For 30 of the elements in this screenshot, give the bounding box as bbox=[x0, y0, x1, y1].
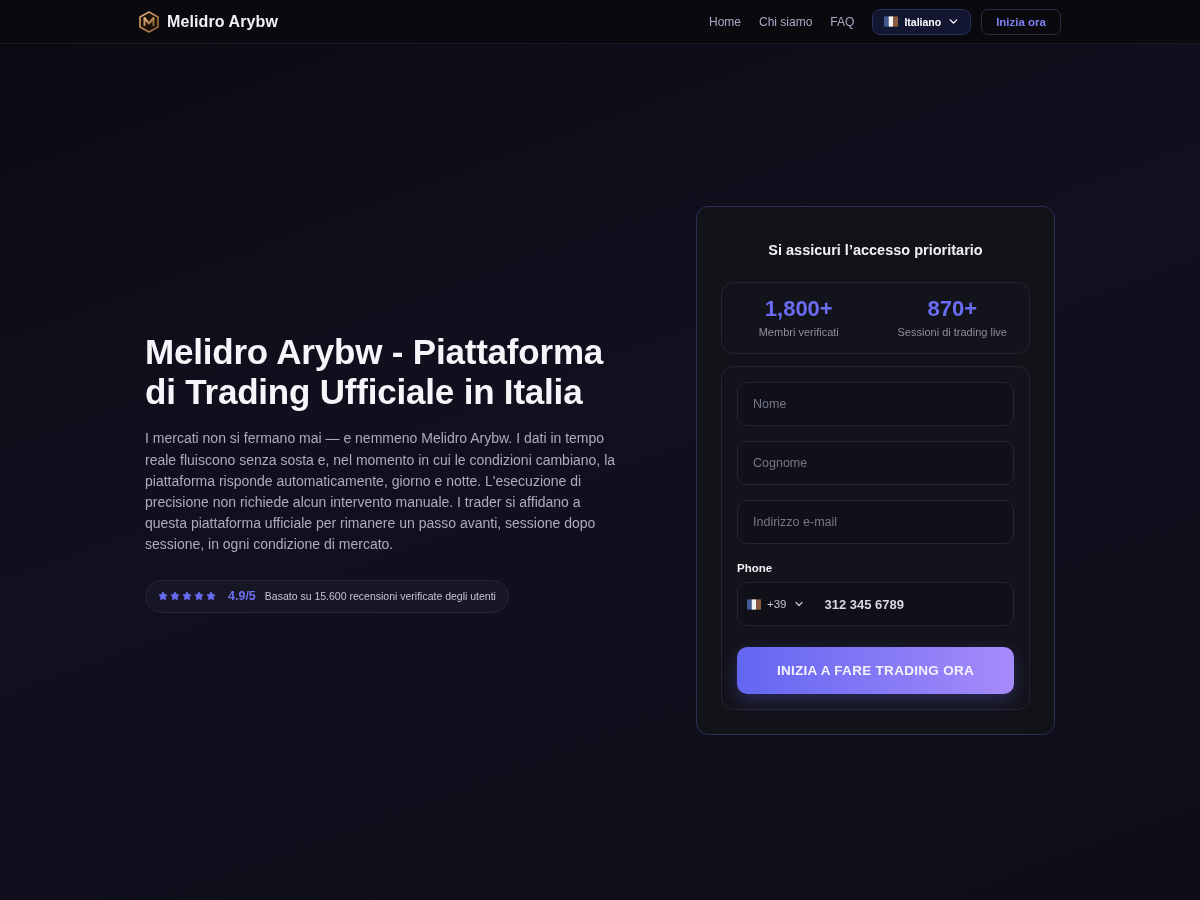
start-now-button[interactable]: Inizia ora bbox=[981, 8, 1061, 35]
star-icon bbox=[170, 591, 180, 602]
stat-value: 870+ bbox=[927, 297, 978, 321]
language-select[interactable]: Italiano bbox=[872, 8, 972, 35]
rating-text: Basato su 15.600 recensioni verificate degli utenti bbox=[264, 590, 496, 603]
text-input[interactable]: Indirizzo e-mail bbox=[737, 500, 1014, 544]
stat-value: 1,800+ bbox=[764, 297, 833, 321]
phone-label: Phone bbox=[737, 562, 773, 574]
brand-link[interactable]: Melidro Arybw bbox=[139, 10, 278, 33]
nav-link[interactable]: Chi siamo bbox=[759, 14, 813, 29]
nav-link[interactable]: Home bbox=[709, 14, 741, 29]
phone-input[interactable]: 312 345 6789 bbox=[824, 589, 1013, 619]
phone-field[interactable]: +39 312 345 6789 bbox=[737, 582, 1014, 626]
stat-label: Membri verificati bbox=[758, 326, 839, 339]
star-icon bbox=[194, 591, 204, 602]
flag-icon bbox=[884, 16, 899, 27]
text-input[interactable]: Nome bbox=[737, 382, 1014, 426]
hero-description: I mercati non si fermano mai — e nemmeno Melidro Arybw. I dati in tempo reale fluiscono senza sosta e, nel momento in cui le condizioni cambiano, la piattaforma risponde automaticamente, giorno e notte. L'esecuzione di precisione non richiede alcun intervento manuale. I trader si affidano a questa piattaforma ufficiale per rimanere un passo avanti, sessione dopo sessione, in ogni condizione di mercato. bbox=[145, 429, 617, 555]
country-code-select[interactable]: +39 bbox=[747, 598, 805, 610]
stat-label: Sessioni di trading live bbox=[897, 326, 1007, 339]
text-input[interactable]: Cognome bbox=[737, 441, 1014, 485]
nav-link[interactable]: FAQ bbox=[830, 14, 855, 29]
flag-icon bbox=[747, 598, 761, 610]
star-icon bbox=[158, 591, 168, 602]
logo-icon bbox=[139, 10, 159, 33]
star-icon bbox=[182, 591, 192, 602]
card-title: Si assicuri l’accesso prioritario bbox=[767, 241, 984, 260]
rating-score: 4.9/5 bbox=[228, 589, 256, 604]
star-icon bbox=[206, 591, 216, 602]
hero-title: Melidro Arybw - Piattaforma di Trading Ufficiale in Italia bbox=[145, 332, 605, 413]
